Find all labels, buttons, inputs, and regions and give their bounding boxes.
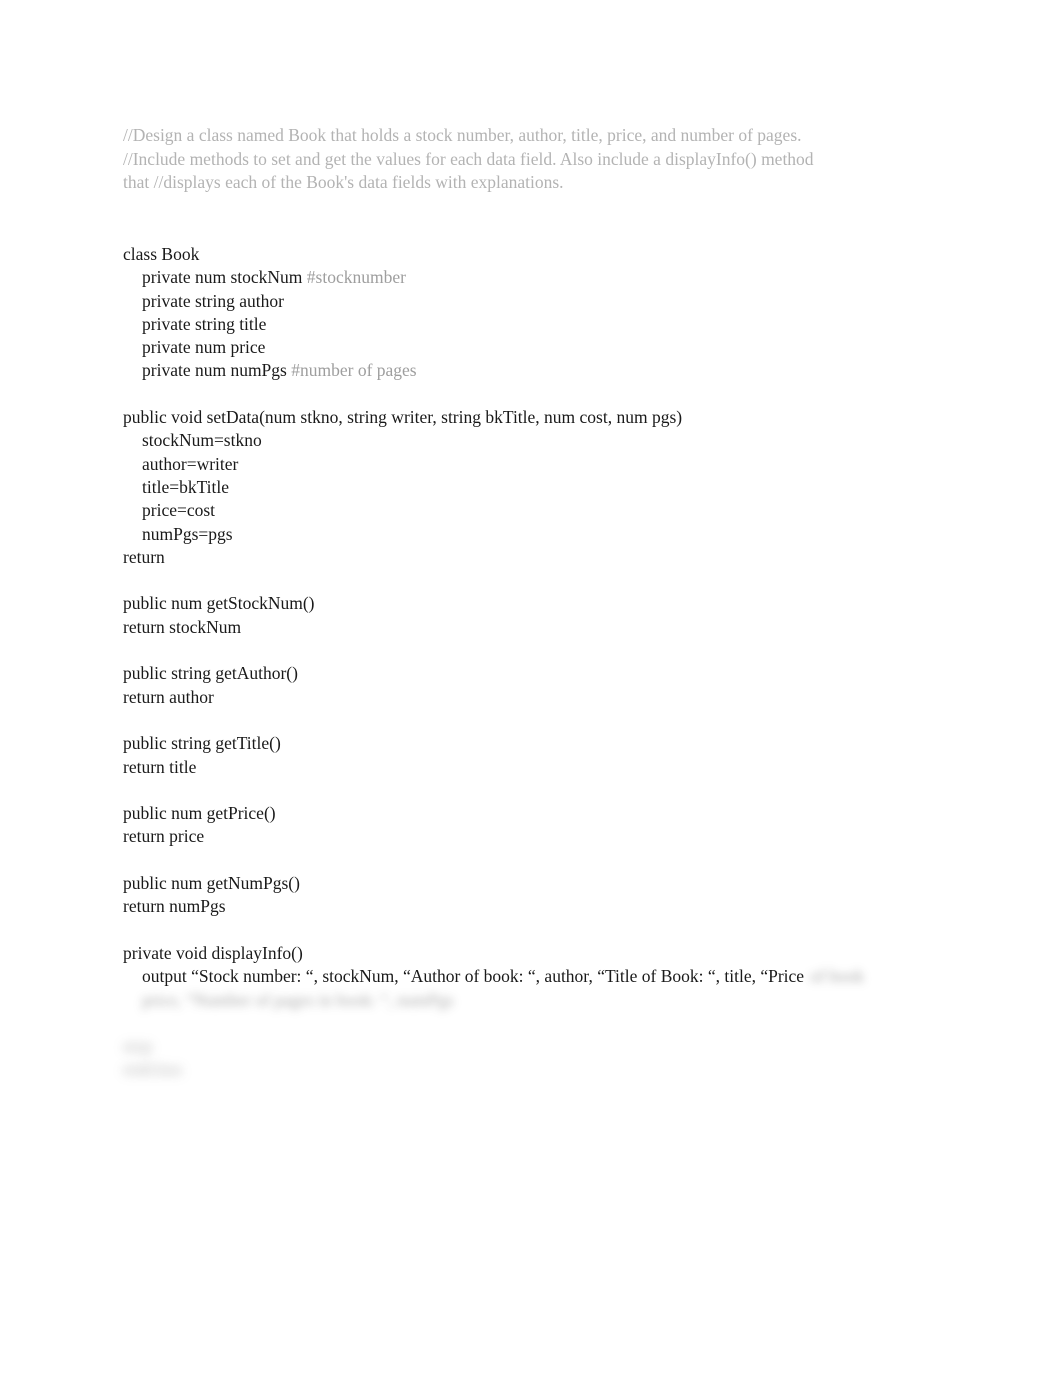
- setdata-assignment-author: author=writer: [142, 453, 239, 474]
- field-declaration-author: private string author: [123, 290, 1003, 313]
- field-declaration-stocknum: private num stockNum #stocknumber: [123, 266, 1003, 289]
- displayinfo-output-line: output “Stock number: “, stockNum, “Auth…: [123, 965, 1003, 988]
- field-text-stocknum: private num stockNum: [142, 267, 303, 288]
- header-comment-block: //Design a class named Book that holds a…: [123, 124, 883, 195]
- field-declaration-numpgs: private num numPgs #number of pages: [123, 359, 1003, 382]
- getprice-signature-line: public num getPrice(): [123, 803, 276, 824]
- getstocknum-signature-line: public num getStockNum(): [123, 593, 315, 614]
- setdata-signature-line: public void setData(num stkno, string wr…: [123, 407, 683, 428]
- gettitle-signature-line: public string getTitle(): [123, 733, 281, 754]
- getnumpgs-return-line: return numPgs: [123, 896, 226, 917]
- getauthor-signature-line: public string getAuthor(): [123, 663, 298, 684]
- setdata-return-line: return: [123, 546, 165, 567]
- redacted-blur-line-3: endclass: [123, 1059, 183, 1080]
- document-page: //Design a class named Book that holds a…: [0, 0, 1062, 1377]
- displayinfo-output-visible-text: output “Stock number: “, stockNum, “Auth…: [142, 966, 805, 987]
- getnumpgs-signature-line: public num getNumPgs(): [123, 873, 300, 894]
- header-comment-line-1: //Design a class named Book that holds a…: [123, 125, 802, 145]
- header-comment-line-3: that //displays each of the Book's data …: [123, 172, 564, 192]
- displayinfo-signature-line: private void displayInfo(): [123, 942, 303, 963]
- redacted-blur-output-tail: of book: [810, 966, 865, 987]
- field-text-author: private string author: [142, 290, 284, 311]
- setdata-assignment-stocknum: stockNum=stkno: [142, 430, 262, 451]
- getstocknum-return-line: return stockNum: [123, 616, 242, 637]
- field-text-numpgs: private num numPgs: [142, 360, 287, 381]
- gettitle-return-line: return title: [123, 756, 197, 777]
- header-comment-line-2: //Include methods to set and get the val…: [123, 148, 814, 169]
- field-declaration-price: private num price: [123, 336, 1003, 359]
- setdata-assignment-title: title=bkTitle: [142, 476, 230, 497]
- redacted-blur-line-1: price, “Number of pages in book: “, numP…: [142, 989, 454, 1010]
- redacted-blur-line-2: stop: [123, 1036, 153, 1057]
- setdata-assignment-numpgs: numPgs=pgs: [142, 523, 233, 544]
- field-declaration-title: private string title: [123, 313, 1003, 336]
- setdata-assignment-price: price=cost: [142, 500, 216, 521]
- inline-comment-numpgs: #number of pages: [291, 360, 417, 381]
- pseudocode-block: class Book private num stockNum #stocknu…: [123, 243, 1003, 1082]
- class-declaration-line: class Book: [123, 244, 200, 264]
- getprice-return-line: return price: [123, 826, 205, 847]
- inline-comment-stocknum: #stocknumber: [306, 267, 406, 288]
- field-text-price: private num price: [142, 337, 266, 358]
- getauthor-return-line: return author: [123, 686, 214, 707]
- field-text-title: private string title: [142, 313, 267, 334]
